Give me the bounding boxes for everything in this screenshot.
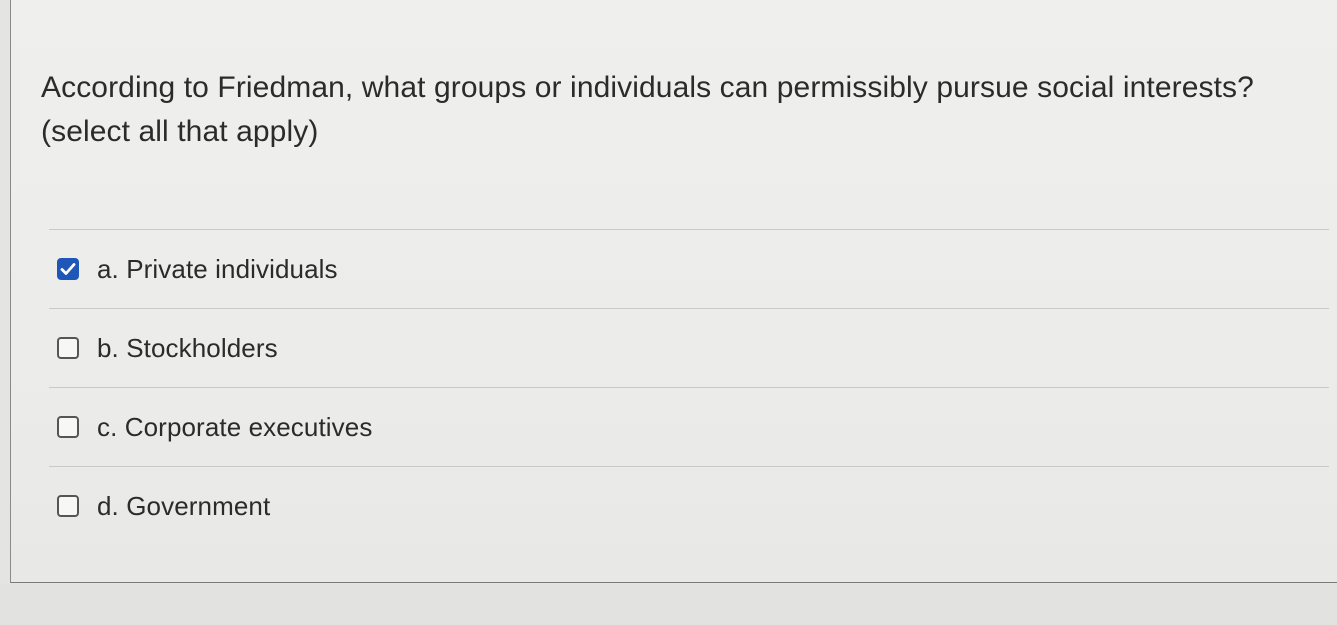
question-line-2: (select all that apply): [41, 115, 319, 148]
option-c[interactable]: c. Corporate executives: [49, 388, 1329, 466]
option-d[interactable]: d. Government: [49, 467, 1329, 545]
option-b-label[interactable]: b. Stockholders: [97, 333, 278, 364]
answer-options: a. Private individuals b. Stockholders c…: [49, 229, 1329, 545]
question-line-1: According to Friedman, what groups or in…: [41, 71, 1254, 104]
checkbox-c[interactable]: [57, 416, 79, 438]
page-background: [0, 584, 1337, 625]
checkmark-icon: [60, 263, 76, 275]
option-a[interactable]: a. Private individuals: [49, 230, 1329, 308]
option-a-label[interactable]: a. Private individuals: [97, 254, 338, 285]
option-b[interactable]: b. Stockholders: [49, 309, 1329, 387]
option-c-label[interactable]: c. Corporate executives: [97, 412, 372, 443]
question-panel: According to Friedman, what groups or in…: [10, 0, 1337, 583]
checkbox-a[interactable]: [57, 258, 79, 280]
checkbox-b[interactable]: [57, 337, 79, 359]
option-d-label[interactable]: d. Government: [97, 491, 270, 522]
question-text: According to Friedman, what groups or in…: [41, 66, 1321, 154]
checkbox-d[interactable]: [57, 495, 79, 517]
